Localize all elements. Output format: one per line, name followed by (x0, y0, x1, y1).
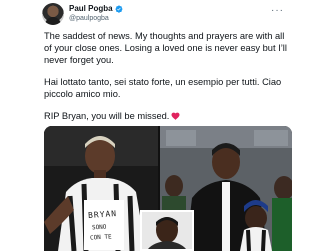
author-handle[interactable]: @paulpogba (69, 14, 123, 23)
author-display-name-row[interactable]: Paul Pogba (69, 4, 123, 14)
tweet-text: The saddest of news. My thoughts and pra… (44, 30, 294, 122)
more-options-icon[interactable]: ··· (271, 5, 284, 16)
photo-bryan-portrait[interactable] (140, 210, 194, 251)
tweet-paragraph-3: RIP Bryan, you will be missed. (44, 111, 170, 121)
tweet-paragraph-3-row: RIP Bryan, you will be missed. (44, 110, 294, 122)
tweet-header: Paul Pogba @paulpogba ··· (42, 3, 292, 25)
author-display-name[interactable]: Paul Pogba (69, 4, 113, 14)
jersey-text-line-2: SONO (91, 223, 107, 232)
avatar[interactable] (42, 3, 64, 25)
author-names: Paul Pogba @paulpogba (69, 4, 123, 23)
tweet-media-grid[interactable]: BRYAN SONO CON TE (44, 126, 292, 251)
tweet-card: Paul Pogba @paulpogba ··· The saddest of… (0, 0, 300, 251)
tweet-paragraph-1: The saddest of news. My thoughts and pra… (44, 31, 287, 65)
verified-badge-icon (115, 5, 123, 13)
tweet-paragraph-2: Hai lottato tanto, sei stato forte, un e… (44, 77, 282, 99)
jersey-text-line-3: CON TE (89, 233, 112, 242)
photo-portrait-illustration (142, 212, 192, 249)
red-heart-icon (171, 112, 180, 120)
